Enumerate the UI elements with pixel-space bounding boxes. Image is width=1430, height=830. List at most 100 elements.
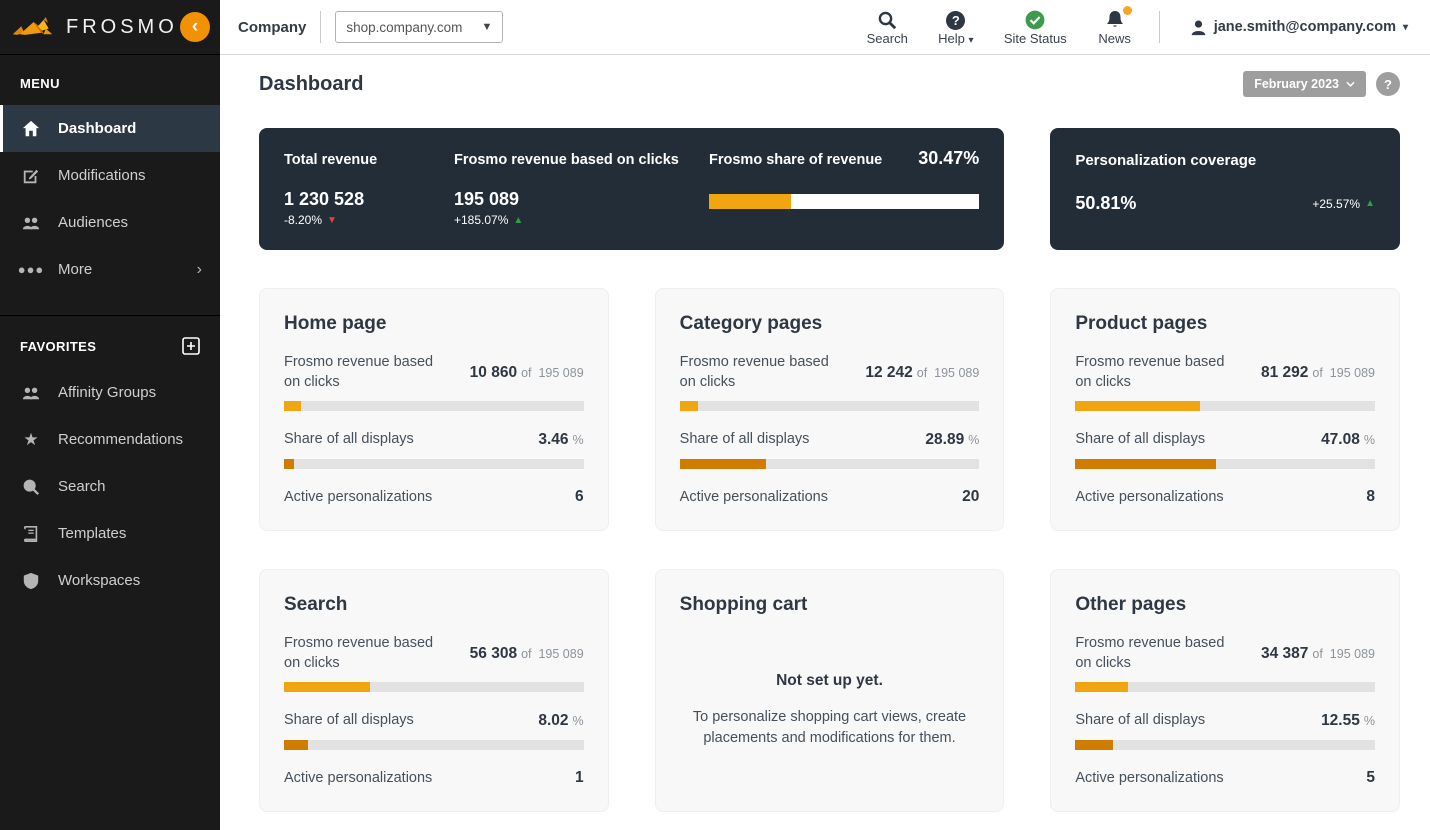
share-of-revenue-block: Frosmo share of revenue 30.47% <box>709 148 980 230</box>
active-personalizations-label: Active personalizations <box>1075 769 1224 786</box>
divider <box>320 11 322 43</box>
search-icon <box>877 8 897 30</box>
site-status-icon <box>1025 8 1045 30</box>
topbar-search-button[interactable]: Search <box>867 8 908 46</box>
shield-icon <box>21 572 41 590</box>
chevron-down-icon: ▾ <box>968 35 974 46</box>
page-card-search: Search Frosmo revenue based on clicks 56… <box>259 569 609 812</box>
card-title: Shopping cart <box>679 594 808 615</box>
revenue-metric-label: Frosmo revenue based on clicks <box>284 354 434 390</box>
logo-bar: FROSMO ‹ <box>0 0 220 55</box>
coverage-value: 50.81% <box>1075 193 1137 213</box>
cards-grid: Total revenue 1 230 528 -8.20% ▼ Frosmo … <box>259 128 1400 812</box>
total-revenue-value: 1 230 528 <box>284 189 365 209</box>
page-card-shopping-cart: Shopping cart Not set up yet. To persona… <box>654 569 1005 812</box>
revenue-metric-label: Frosmo revenue based on clicks <box>1075 354 1225 390</box>
user-menu[interactable]: jane.smith@company.com ▾ <box>1190 19 1408 36</box>
news-bell-icon <box>1105 6 1132 30</box>
sidebar-item-label: Workspaces <box>58 572 141 589</box>
sidebar: FROSMO ‹ MENU Dashboard Modifications Au… <box>0 0 220 830</box>
sidebar-item-search[interactable]: Search <box>0 463 220 510</box>
sidebar-item-audiences[interactable]: Audiences <box>0 199 220 246</box>
logo-text: FROSMO <box>66 15 178 38</box>
sidebar-item-more[interactable]: ●●● More › <box>0 246 220 293</box>
page-card-category: Category pages Frosmo revenue based on c… <box>654 288 1005 531</box>
edit-icon <box>21 167 41 185</box>
sidebar-item-label: Modifications <box>58 167 146 184</box>
page-header: Dashboard February 2023 ? <box>259 71 1400 97</box>
share-bar-fill <box>284 458 295 469</box>
page-card-other: Other pages Frosmo revenue based on clic… <box>1050 569 1400 812</box>
revenue-metric-label: Frosmo revenue based on clicks <box>284 635 434 671</box>
revenue-summary-card: Total revenue 1 230 528 -8.20% ▼ Frosmo … <box>259 128 1005 250</box>
share-metric-value: 3.46% <box>538 430 584 448</box>
sidebar-collapse-button[interactable]: ‹ <box>180 12 210 42</box>
favorites-label: FAVORITES <box>20 338 97 354</box>
total-revenue-change: -8.20% ▼ <box>284 213 337 227</box>
active-personalizations-value: 20 <box>962 488 980 506</box>
empty-state: Not set up yet. To personalize shopping … <box>680 672 980 749</box>
share-metric-value: 28.89% <box>925 430 980 448</box>
period-value: February 2023 <box>1254 77 1339 91</box>
revenue-metric-label: Frosmo revenue based on clicks <box>1075 635 1225 671</box>
trend-down-icon: ▼ <box>327 214 337 226</box>
divider <box>1158 11 1160 43</box>
revenue-metric-value: 12 242 of 195 089 <box>865 363 980 381</box>
share-metric-value: 12.55% <box>1321 711 1375 729</box>
trend-up-icon: ▲ <box>513 214 524 226</box>
sidebar-item-modifications[interactable]: Modifications <box>0 152 220 199</box>
ellipsis-icon: ●●● <box>17 262 45 277</box>
frosmo-revenue-block: Frosmo revenue based on clicks 195 089 +… <box>454 152 709 230</box>
sidebar-item-templates[interactable]: Templates <box>0 510 220 557</box>
chevron-down-icon: ▾ <box>1402 21 1408 33</box>
share-bar <box>1075 458 1375 469</box>
share-metric-label: Share of all displays <box>1075 431 1206 448</box>
frosmo-revenue-label: Frosmo revenue based on clicks <box>454 152 679 168</box>
sidebar-item-label: Affinity Groups <box>58 384 157 401</box>
topbar-help-menu[interactable]: ? Help ▾ <box>936 8 976 46</box>
user-email: jane.smith@company.com <box>1213 19 1396 35</box>
share-metric-label: Share of all displays <box>284 712 414 729</box>
site-selector-value: shop.company.com <box>346 19 463 35</box>
share-bar <box>284 739 584 750</box>
period-selector-button[interactable]: February 2023 <box>1243 71 1366 97</box>
empty-state-title: Not set up yet. <box>776 672 883 689</box>
star-icon: ★ <box>23 430 39 449</box>
revenue-metric-value: 34 387 of 195 089 <box>1260 644 1375 662</box>
share-of-revenue-value: 30.47% <box>918 148 980 168</box>
revenue-metric-value: 56 308 of 195 089 <box>469 644 584 662</box>
share-bar <box>1075 739 1375 750</box>
share-of-revenue-bar-fill <box>709 194 792 209</box>
home-icon <box>21 120 41 138</box>
add-favorite-icon[interactable] <box>182 337 200 355</box>
dashboard-help-button[interactable]: ? <box>1376 72 1400 96</box>
share-metric-label: Share of all displays <box>679 431 810 448</box>
topbar-site-status[interactable]: Site Status <box>1004 8 1067 46</box>
site-selector-dropdown[interactable]: shop.company.com ▼ <box>335 11 504 43</box>
sidebar-item-affinity-groups[interactable]: Affinity Groups <box>0 369 220 416</box>
revenue-bar <box>284 401 584 412</box>
revenue-metric-value: 81 292 of 195 089 <box>1260 363 1375 381</box>
revenue-metric-label: Frosmo revenue based on clicks <box>679 354 829 390</box>
share-metric-label: Share of all displays <box>284 431 414 448</box>
share-metric-label: Share of all displays <box>1075 712 1206 729</box>
sidebar-item-dashboard[interactable]: Dashboard <box>0 105 220 152</box>
topbar: Company shop.company.com ▼ Search ? Help… <box>220 0 1430 55</box>
active-personalizations-label: Active personalizations <box>284 769 433 786</box>
card-title: Home page <box>284 313 387 334</box>
help-icon: ? <box>946 8 966 30</box>
active-personalizations-label: Active personalizations <box>679 488 828 505</box>
share-bar-fill <box>284 739 309 750</box>
sidebar-item-workspaces[interactable]: Workspaces <box>0 557 220 604</box>
revenue-bar-fill <box>1075 682 1129 693</box>
sidebar-item-recommendations[interactable]: ★ Recommendations <box>0 416 220 463</box>
frosmo-revenue-change: +185.07% ▲ <box>454 213 524 227</box>
page-card-home: Home page Frosmo revenue based on clicks… <box>259 288 609 531</box>
chevron-right-icon: › <box>196 260 202 278</box>
revenue-bar-fill <box>1075 401 1201 412</box>
user-icon <box>1191 20 1205 35</box>
users-icon <box>21 214 41 232</box>
topbar-news[interactable]: News <box>1095 6 1135 46</box>
active-personalizations-value: 5 <box>1366 769 1375 787</box>
revenue-bar <box>1075 401 1375 412</box>
